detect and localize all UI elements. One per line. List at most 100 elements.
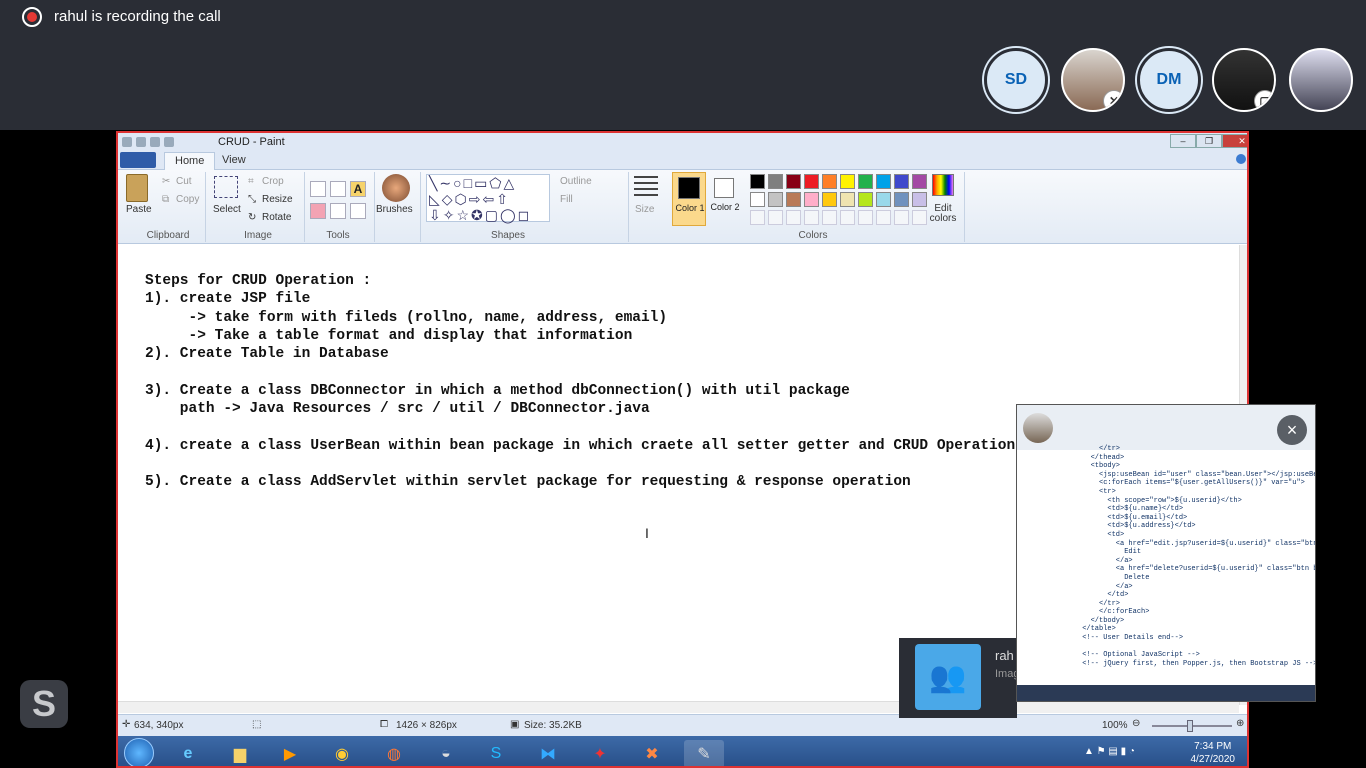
app-icon[interactable]: ✦ xyxy=(580,740,620,766)
palette-swatch[interactable] xyxy=(840,192,855,207)
brushes-button[interactable]: Brushes xyxy=(376,204,413,215)
palette-swatch[interactable] xyxy=(894,192,909,207)
file-explorer-icon[interactable]: ▆ xyxy=(220,740,260,766)
paint-taskbar-icon[interactable]: ✎ xyxy=(684,740,724,766)
select-button[interactable]: Select xyxy=(213,204,241,215)
zoom-in-icon[interactable]: ⊕ xyxy=(1236,718,1244,729)
palette-swatch[interactable] xyxy=(894,174,909,189)
scissors-icon[interactable]: ✂ xyxy=(162,176,170,187)
custom-color-slot[interactable] xyxy=(876,210,891,225)
maximize-button[interactable]: ❐ xyxy=(1196,134,1222,148)
participant-avatar-photo[interactable]: ▢ xyxy=(1212,48,1276,112)
custom-color-slot[interactable] xyxy=(804,210,819,225)
custom-color-slot[interactable] xyxy=(858,210,873,225)
palette-swatch[interactable] xyxy=(804,192,819,207)
screen-share-preview[interactable]: </tr> </thead> <tbody> <jsp:useBean id="… xyxy=(1016,404,1316,702)
brushes-icon[interactable] xyxy=(382,174,410,202)
avatar-initials: SD xyxy=(1004,71,1028,88)
copy-button[interactable]: Copy xyxy=(176,194,199,205)
participant-avatar-sd[interactable]: SD xyxy=(984,48,1048,112)
participant-tile[interactable]: 👥 rah Imag xyxy=(899,638,1019,718)
palette-swatch[interactable] xyxy=(858,192,873,207)
color2-selector[interactable]: Color 2 xyxy=(708,172,742,226)
cut-button[interactable]: Cut xyxy=(176,176,192,187)
palette-swatch[interactable] xyxy=(804,174,819,189)
crop-button[interactable]: Crop xyxy=(262,176,284,187)
participant-avatar-photo[interactable] xyxy=(1289,48,1353,112)
skype-icon[interactable]: S xyxy=(20,680,68,728)
tab-home[interactable]: Home xyxy=(164,152,216,170)
undo-icon[interactable] xyxy=(150,136,160,147)
taskbar-clock[interactable]: 7:34 PM 4/27/2020 xyxy=(1191,740,1236,766)
palette-swatch[interactable] xyxy=(876,192,891,207)
copy-icon[interactable]: ⧉ xyxy=(162,194,169,205)
fill-bucket-icon[interactable] xyxy=(330,181,346,197)
custom-color-slot[interactable] xyxy=(750,210,765,225)
media-player-icon[interactable]: ▶ xyxy=(270,740,310,766)
palette-swatch[interactable] xyxy=(912,192,927,207)
redo-icon[interactable] xyxy=(164,136,174,147)
zoom-slider-thumb[interactable] xyxy=(1187,720,1193,732)
size-icon[interactable] xyxy=(634,176,658,198)
palette-swatch[interactable] xyxy=(768,174,783,189)
participant-avatar-dm[interactable]: DM xyxy=(1137,48,1201,112)
custom-color-slot[interactable] xyxy=(768,210,783,225)
custom-color-slot[interactable] xyxy=(894,210,909,225)
save-icon[interactable] xyxy=(136,136,146,147)
firefox-icon[interactable]: ◍ xyxy=(374,740,414,766)
rotate-button[interactable]: Rotate xyxy=(262,212,291,223)
close-preview-icon[interactable]: × xyxy=(1277,415,1307,445)
size-button[interactable]: Size xyxy=(635,204,654,215)
shapes-gallery[interactable]: ╲∼○□▭⬠△ ◺◇⬡⇨⇦⇧ ⇩✧☆✪▢◯◻ xyxy=(426,174,550,223)
eclipse-icon[interactable]: ◒ xyxy=(426,740,466,766)
palette-swatch[interactable] xyxy=(840,174,855,189)
resize-button[interactable]: Resize xyxy=(262,194,293,205)
help-icon[interactable] xyxy=(1236,154,1246,164)
magnifier-icon[interactable] xyxy=(350,203,366,219)
crop-icon[interactable]: ⌗ xyxy=(248,176,254,187)
palette-swatch[interactable] xyxy=(822,174,837,189)
palette-swatch[interactable] xyxy=(750,192,765,207)
palette-swatch[interactable] xyxy=(786,174,801,189)
rotate-icon[interactable]: ↻ xyxy=(248,212,256,223)
text-tool-icon[interactable]: A xyxy=(350,181,366,197)
file-menu-button[interactable] xyxy=(120,152,156,168)
outline-button[interactable]: Outline xyxy=(560,176,592,187)
select-icon[interactable] xyxy=(214,176,238,198)
palette-swatch[interactable] xyxy=(822,192,837,207)
custom-color-slot[interactable] xyxy=(840,210,855,225)
chrome-icon[interactable]: ◉ xyxy=(322,740,362,766)
palette-swatch[interactable] xyxy=(912,174,927,189)
palette-swatch[interactable] xyxy=(876,174,891,189)
close-button[interactable]: ✕ xyxy=(1222,134,1247,148)
palette-swatch[interactable] xyxy=(768,192,783,207)
participant-avatar-photo[interactable]: ✕ xyxy=(1061,48,1125,112)
eraser-icon[interactable] xyxy=(310,203,326,219)
system-tray-icons[interactable]: ▲ ⚑ ▤ ▮ ◔ xyxy=(1084,746,1135,757)
skype-taskbar-icon[interactable]: S xyxy=(476,740,516,766)
xampp-icon[interactable]: ✖ xyxy=(632,740,672,766)
palette-swatch[interactable] xyxy=(786,192,801,207)
minimize-button[interactable]: – xyxy=(1170,134,1196,148)
paste-button[interactable]: Paste xyxy=(126,204,152,215)
tab-view[interactable]: View xyxy=(212,152,256,170)
horizontal-scrollbar[interactable] xyxy=(118,701,1239,713)
paste-icon[interactable] xyxy=(126,174,148,202)
zoom-out-icon[interactable]: ⊖ xyxy=(1132,718,1140,729)
resize-icon[interactable]: ⤡ xyxy=(248,194,256,205)
custom-color-slot[interactable] xyxy=(822,210,837,225)
fill-button[interactable]: Fill xyxy=(560,194,573,205)
pencil-icon[interactable] xyxy=(310,181,326,197)
color1-selector[interactable]: Color 1 xyxy=(672,172,706,226)
palette-swatch[interactable] xyxy=(858,174,873,189)
internet-explorer-icon[interactable]: e xyxy=(168,740,208,766)
vscode-icon[interactable]: ⧓ xyxy=(528,740,568,766)
custom-color-slot[interactable] xyxy=(786,210,801,225)
canvas-line: 3). Create a class DBConnector in which … xyxy=(145,382,850,399)
start-button[interactable] xyxy=(124,738,154,766)
color-picker-icon[interactable] xyxy=(330,203,346,219)
edit-colors-icon[interactable] xyxy=(932,174,954,196)
edit-colors-button[interactable]: Edit colors xyxy=(924,204,962,224)
custom-color-slot[interactable] xyxy=(912,210,927,225)
palette-swatch[interactable] xyxy=(750,174,765,189)
